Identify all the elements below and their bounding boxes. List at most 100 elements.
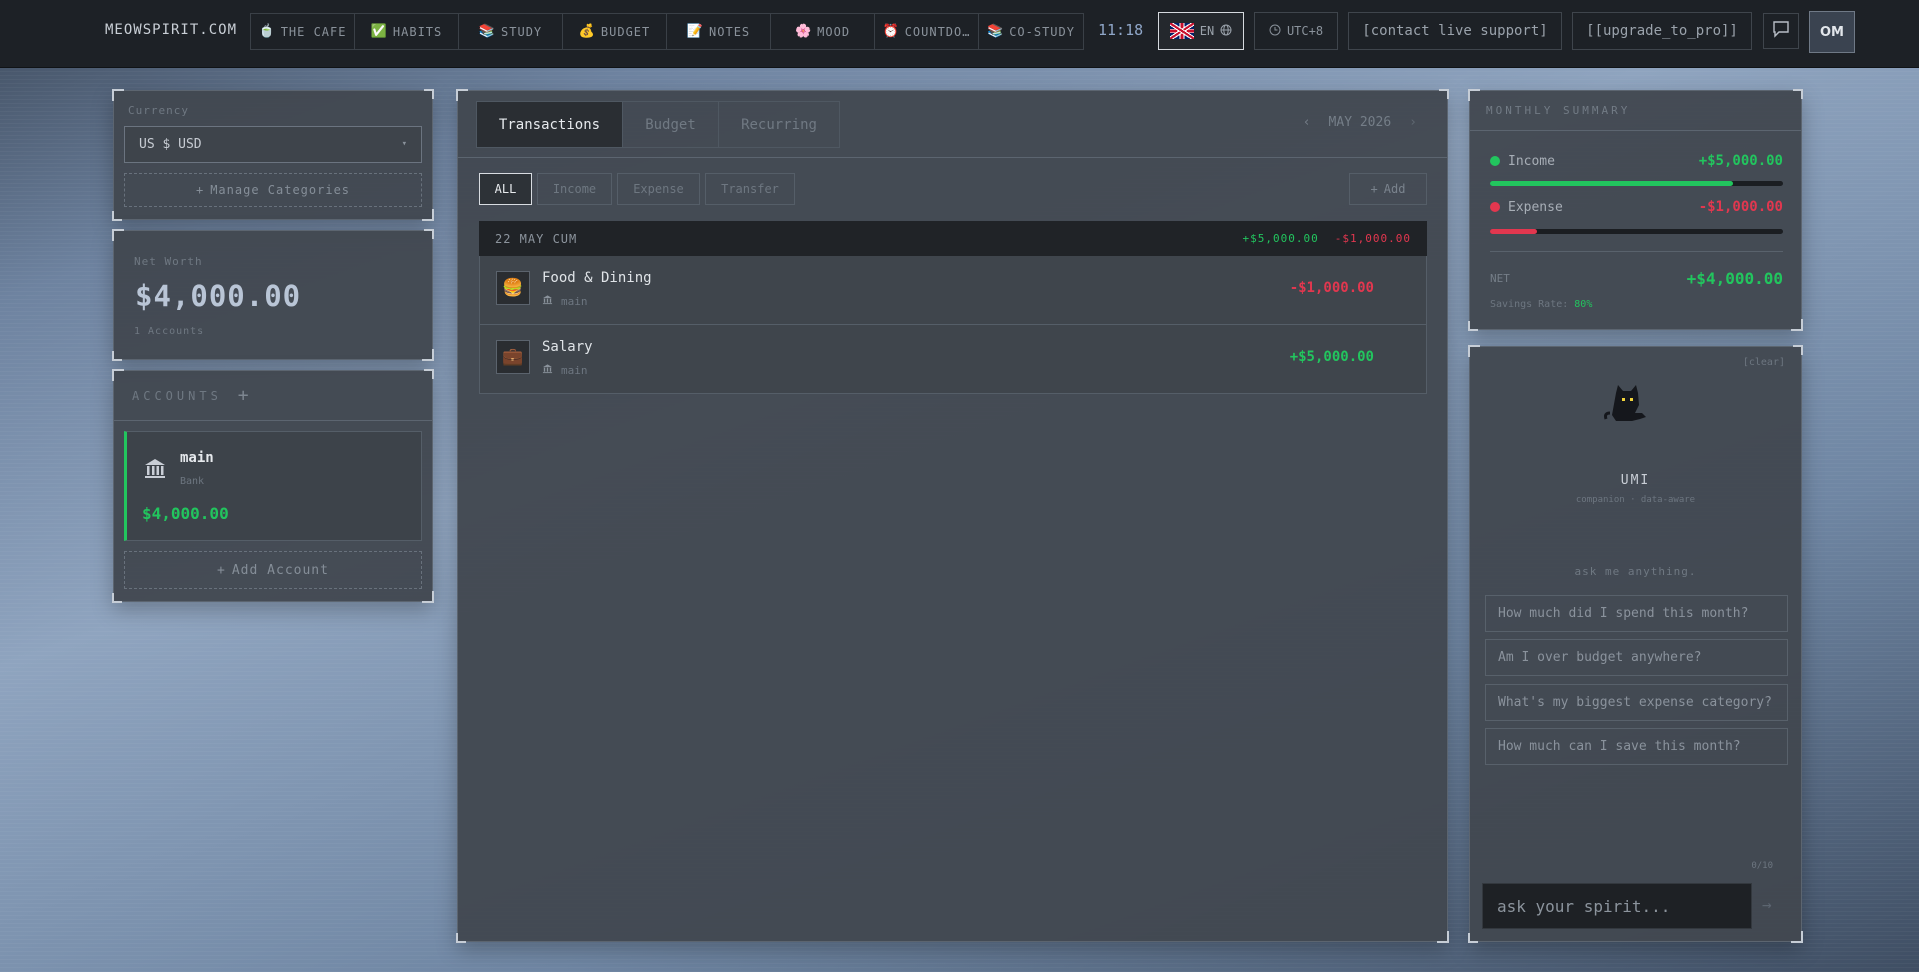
net-value: +$4,000.00	[1686, 269, 1783, 288]
nav-item-cafe[interactable]: 🍵 THE CAFE	[251, 14, 355, 49]
tab-recurring[interactable]: Recurring	[719, 102, 839, 147]
nav-item-countdown[interactable]: ⏰ COUNTDO…	[875, 14, 979, 49]
expense-value: -$1,000.00	[1698, 199, 1783, 215]
nav-item-mood[interactable]: 🌸 MOOD	[771, 14, 875, 49]
plus-icon: +	[1370, 182, 1378, 196]
chevron-right-icon[interactable]: ›	[1409, 115, 1417, 130]
memo-icon: 📝	[686, 24, 705, 39]
currency-label: Currency	[128, 104, 189, 117]
accounts-title: ACCOUNTS	[132, 388, 222, 403]
transaction-title: Salary	[542, 339, 593, 355]
add-transaction-button[interactable]: + Add	[1349, 173, 1427, 205]
spirit-companion-panel: [clear] UMI companion · data-aware ask m…	[1468, 345, 1803, 943]
chevron-down-icon: ▾	[401, 139, 407, 149]
suggestion-chip[interactable]: What's my biggest expense category?	[1485, 684, 1788, 721]
contact-support-button[interactable]: [contact live support]	[1348, 12, 1562, 50]
filter-transfer[interactable]: Transfer	[705, 173, 795, 205]
nav-item-study[interactable]: 📚 STUDY	[459, 14, 563, 49]
brand-logo[interactable]: MEOWSPIRIT.COM	[105, 22, 237, 38]
transaction-account: main	[542, 363, 588, 377]
message-counter: 0/10	[1751, 861, 1773, 871]
timezone-button[interactable]: UTC+8	[1254, 12, 1338, 50]
tab-transactions[interactable]: Transactions	[477, 102, 623, 147]
chat-button[interactable]	[1763, 13, 1799, 49]
spirit-subtitle: companion · data-aware	[1575, 495, 1696, 505]
day-group-header: 22 MAY CUM +$5,000.00 -$1,000.00	[479, 221, 1427, 256]
send-arrow-icon[interactable]: →	[1762, 895, 1772, 914]
add-account-button[interactable]: + Add Account	[124, 551, 422, 589]
transaction-amount: +$5,000.00	[1289, 349, 1374, 365]
income-bar	[1490, 181, 1783, 186]
uk-flag-icon	[1169, 23, 1194, 39]
nav-item-notes[interactable]: 📝 NOTES	[667, 14, 771, 49]
bank-icon	[143, 456, 167, 484]
flower-icon: 🌸	[794, 24, 813, 39]
accounts-count: 1 Accounts	[134, 326, 205, 337]
account-balance: $4,000.00	[142, 504, 229, 523]
nav-item-co-study[interactable]: 📚 CO-STUDY	[979, 14, 1083, 49]
bowl-icon: 🍵	[258, 24, 276, 39]
filter-income[interactable]: Income	[537, 173, 612, 205]
summary-net-row: NET +$4,000.00	[1490, 269, 1783, 288]
plus-icon: +	[195, 183, 205, 197]
net-worth-label: Net Worth	[134, 255, 203, 268]
ask-spirit-input[interactable]: ask your spirit...	[1482, 883, 1752, 929]
net-worth-panel: Net Worth $4,000.00 1 Accounts	[112, 229, 434, 361]
account-card-main[interactable]: main Bank $4,000.00	[124, 431, 422, 541]
burger-icon: 🍔	[496, 271, 530, 305]
expense-dot-icon	[1490, 202, 1500, 212]
filter-expense[interactable]: Expense	[617, 173, 700, 205]
money-bag-icon: 💰	[578, 24, 596, 39]
language-button[interactable]: EN	[1158, 12, 1244, 50]
income-value: +$5,000.00	[1698, 153, 1783, 169]
income-dot-icon	[1490, 156, 1500, 166]
user-avatar[interactable]: OM	[1809, 11, 1855, 53]
currency-select[interactable]: US $ USD ▾	[124, 126, 422, 163]
black-cat-icon	[1602, 383, 1652, 429]
manage-categories-button[interactable]: + Manage Categories	[124, 173, 422, 207]
add-account-plus-icon[interactable]: +	[238, 385, 249, 406]
chevron-left-icon[interactable]: ‹	[1303, 115, 1311, 130]
globe-icon	[1220, 24, 1232, 39]
chat-bubble-icon	[1772, 20, 1790, 42]
accounts-header: ACCOUNTS +	[114, 371, 432, 421]
transaction-amount: -$1,000.00	[1289, 280, 1374, 296]
day-income-total: +$5,000.00	[1242, 232, 1319, 245]
transaction-row[interactable]: 💼 Salary main +$5,000.00	[479, 325, 1427, 394]
suggestion-chip[interactable]: Am I over budget anywhere?	[1485, 639, 1788, 676]
accounts-panel: ACCOUNTS + main Bank $4,000.00 + Add Acc…	[112, 369, 434, 603]
clock: 11:18	[1098, 21, 1144, 39]
suggestion-chip[interactable]: How much did I spend this month?	[1485, 595, 1788, 632]
filter-all[interactable]: ALL	[479, 173, 532, 205]
day-label: 22 MAY CUM	[495, 231, 578, 246]
spirit-name: UMI	[1620, 473, 1651, 488]
day-expense-total: -$1,000.00	[1334, 232, 1411, 245]
main-tabs: Transactions Budget Recurring	[476, 101, 840, 148]
net-worth-value: $4,000.00	[135, 279, 302, 313]
currency-panel: Currency US $ USD ▾ + Manage Categories	[112, 89, 434, 221]
transactions-panel: Transactions Budget Recurring ‹ MAY 2026…	[456, 89, 1449, 943]
main-nav: 🍵 THE CAFE ✅ HABITS 📚 STUDY 💰 BUDGET 📝 NOTES …	[250, 13, 1084, 50]
clear-chat-button[interactable]: [clear]	[1743, 357, 1785, 368]
suggestion-chip[interactable]: How much can I save this month?	[1485, 728, 1788, 765]
tab-budget[interactable]: Budget	[623, 102, 719, 147]
savings-rate: Savings Rate: 80%	[1490, 299, 1593, 310]
alarm-clock-icon: ⏰	[882, 24, 900, 39]
books-icon: 📚	[478, 24, 497, 39]
upgrade-pro-button[interactable]: [[upgrade_to_pro]]	[1572, 12, 1752, 50]
nav-item-habits[interactable]: ✅ HABITS	[355, 14, 459, 49]
books-icon: 📚	[987, 24, 1005, 39]
transaction-filters: ALL Income Expense Transfer	[479, 173, 795, 205]
transaction-account: main	[542, 294, 588, 308]
checkmark-icon: ✅	[370, 24, 388, 39]
transaction-row[interactable]: 🍔 Food & Dining main -$1,000.00	[479, 256, 1427, 325]
top-bar: MEOWSPIRIT.COM 🍵 THE CAFE ✅ HABITS 📚 STUDY …	[0, 0, 1919, 68]
account-name: main	[180, 450, 214, 466]
bank-icon	[542, 363, 553, 377]
bank-icon	[542, 294, 553, 308]
nav-item-budget[interactable]: 💰 BUDGET	[563, 14, 667, 49]
monthly-summary-panel: MONTHLY SUMMARY Income +$5,000.00 Expens…	[1468, 89, 1803, 331]
summary-title: MONTHLY SUMMARY	[1470, 91, 1801, 131]
expense-bar	[1490, 229, 1783, 234]
month-label: MAY 2026	[1328, 115, 1392, 130]
